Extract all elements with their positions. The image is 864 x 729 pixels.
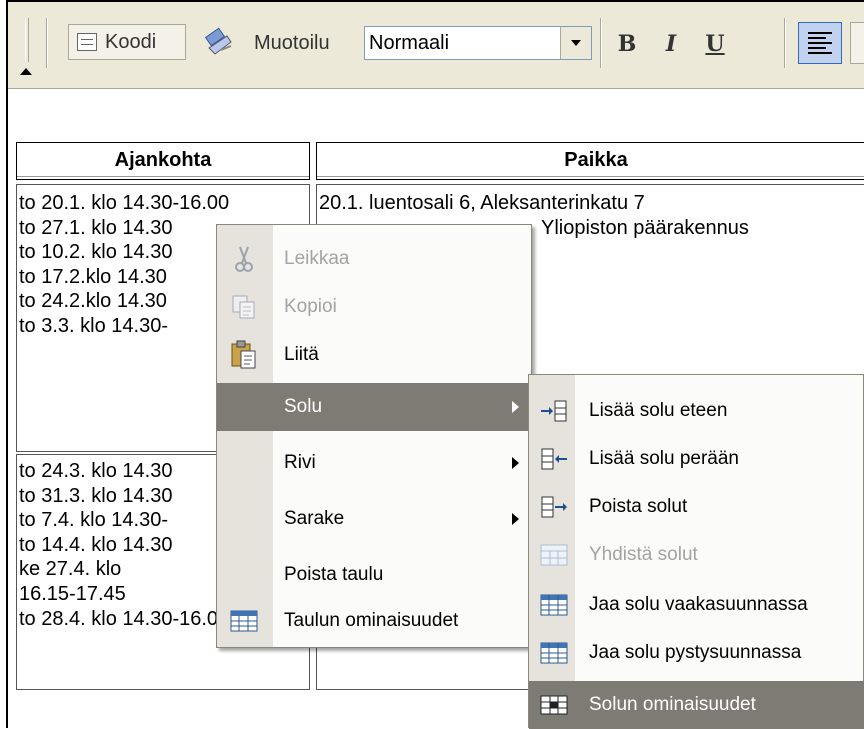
toolbar-separator: [600, 18, 602, 68]
toolbar-options-arrow-icon[interactable]: [20, 68, 32, 75]
submenu-item-split-vertical[interactable]: Jaa solu pystysuunnassa: [529, 629, 864, 677]
menu-item-taulun-ominaisuudet[interactable]: Taulun ominaisuudet: [217, 597, 531, 645]
insert-cell-before-icon: [539, 396, 569, 426]
merge-cells-icon: [539, 540, 569, 570]
eraser-icon: [204, 27, 232, 55]
submenu-arrow-icon: [512, 401, 519, 413]
align-left-icon-line: [808, 42, 832, 44]
code-button[interactable]: Koodi: [68, 24, 186, 60]
menu-item-leikkaa[interactable]: Leikkaa: [217, 235, 531, 283]
menu-item-label: Sarake: [284, 508, 345, 529]
align-left-icon-line: [808, 37, 826, 39]
menu-item-kopioi[interactable]: Kopioi: [217, 283, 531, 331]
toolbar-handle[interactable]: [16, 12, 36, 80]
paste-icon: [229, 340, 259, 370]
menu-item-label: Liitä: [284, 344, 319, 365]
format-select-value: Normaali: [369, 32, 450, 54]
submenu-item-label: Jaa solu vaakasuunnassa: [589, 594, 808, 615]
submenu-item-split-horizontal[interactable]: Jaa solu vaakasuunnassa: [529, 581, 864, 629]
copy-icon: [229, 292, 259, 322]
align-center-button[interactable]: [850, 22, 864, 64]
align-left-icon-line: [808, 47, 826, 49]
cell-properties-icon: [539, 690, 569, 720]
submenu-item-label: Lisää solu eteen: [589, 400, 728, 421]
submenu-item-cell-properties[interactable]: Solun ominaisuudet: [529, 681, 864, 729]
submenu-item-label: Lisää solu perään: [589, 448, 739, 469]
submenu-item-label: Solun ominaisuudet: [589, 694, 756, 715]
toolbar-grip: [25, 18, 29, 62]
header-paikka[interactable]: Paikka: [316, 142, 864, 180]
context-menu: Leikkaa Kopioi Liitä Solu Rivi Sarake Po…: [216, 224, 532, 648]
header-ajankohta[interactable]: Ajankohta: [16, 142, 310, 180]
toolbar-separator: [46, 18, 48, 68]
submenu-item-insert-cell-before[interactable]: Lisää solu eteen: [529, 387, 864, 435]
submenu-item-label: Poista solut: [589, 496, 688, 517]
chevron-down-icon: [571, 40, 581, 46]
submenu-arrow-icon: [512, 457, 519, 469]
submenu-item-merge-cells[interactable]: Yhdistä solut: [529, 531, 864, 579]
clean-format-button[interactable]: [198, 24, 238, 60]
underline-button[interactable]: U: [696, 26, 734, 62]
format-dropdown-button[interactable]: [560, 27, 591, 59]
split-horizontal-icon: [539, 590, 569, 620]
menu-item-label: Kopioi: [284, 296, 337, 317]
format-label: Muotoilu: [254, 32, 330, 54]
insert-cell-after-icon: [539, 444, 569, 474]
bold-button[interactable]: B: [608, 26, 646, 62]
italic-button[interactable]: I: [652, 26, 690, 62]
align-left-icon-line: [808, 52, 832, 54]
scissors-icon: [229, 244, 259, 274]
menu-item-sarake[interactable]: Sarake: [217, 495, 531, 543]
code-button-label: Koodi: [105, 30, 157, 53]
menu-item-solu[interactable]: Solu: [217, 383, 531, 431]
toolbar-separator: [784, 18, 786, 68]
table-cell-line: 20.1. luentosali 6, Aleksanterinkatu 7: [319, 192, 645, 214]
table-cell-line: to 20.1. klo 14.30-16.00: [19, 192, 230, 214]
menu-item-label: Poista taulu: [284, 564, 384, 585]
cell-submenu: Lisää solu eteen Lisää solu perään Poist…: [528, 374, 864, 729]
split-vertical-icon: [539, 638, 569, 668]
submenu-arrow-icon: [512, 513, 519, 525]
submenu-item-label: Yhdistä solut: [589, 544, 698, 565]
menu-item-liita[interactable]: Liitä: [217, 331, 531, 379]
menu-item-label: Taulun ominaisuudet: [284, 610, 459, 631]
submenu-item-label: Jaa solu pystysuunnassa: [589, 642, 802, 663]
delete-cells-icon: [539, 492, 569, 522]
submenu-item-delete-cells[interactable]: Poista solut: [529, 483, 864, 531]
menu-item-poista-taulu[interactable]: Poista taulu: [217, 551, 531, 599]
format-select[interactable]: Normaali: [364, 26, 592, 60]
editor-toolbar: Koodi Muotoilu Normaali B I U: [8, 2, 864, 89]
menu-item-label: Solu: [284, 396, 323, 417]
menu-item-label: Rivi: [284, 452, 316, 473]
code-icon: [77, 33, 97, 51]
menu-item-label: Leikkaa: [284, 248, 350, 269]
align-left-button[interactable]: [798, 22, 842, 64]
submenu-item-insert-cell-after[interactable]: Lisää solu perään: [529, 435, 864, 483]
menu-item-rivi[interactable]: Rivi: [217, 439, 531, 487]
table-properties-icon: [229, 606, 259, 636]
align-left-icon-line: [808, 32, 832, 34]
